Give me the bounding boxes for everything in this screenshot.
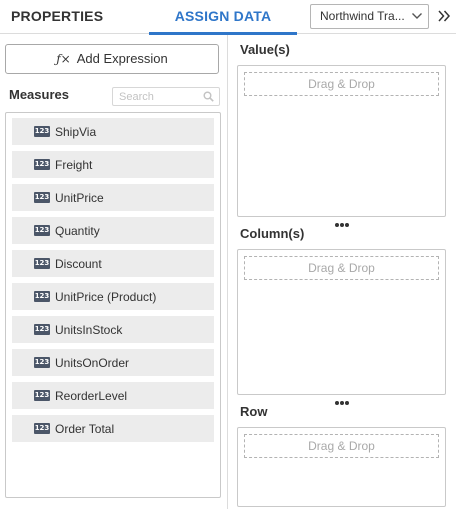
measure-item[interactable]: 123 Discount bbox=[12, 250, 214, 277]
measure-item[interactable]: 123 UnitsInStock bbox=[12, 316, 214, 343]
numeric-type-icon: 123 bbox=[34, 225, 50, 236]
measure-item[interactable]: 123 ShipVia bbox=[12, 118, 214, 145]
datasource-dropdown[interactable]: Northwind Tra... bbox=[310, 4, 429, 29]
values-drop-hint: Drag & Drop bbox=[244, 72, 439, 96]
measure-item[interactable]: 123 UnitPrice (Product) bbox=[12, 283, 214, 310]
measure-item[interactable]: 123 Freight bbox=[12, 151, 214, 178]
top-tab-bar: PROPERTIES ASSIGN DATA Northwind Tra... bbox=[0, 0, 456, 35]
datasource-selected-value: Northwind Tra... bbox=[320, 9, 405, 23]
numeric-type-icon: 123 bbox=[34, 390, 50, 401]
row-drop-area[interactable]: Drag & Drop bbox=[237, 427, 446, 507]
measure-item[interactable]: 123 UnitPrice bbox=[12, 184, 214, 211]
numeric-type-icon: 123 bbox=[34, 423, 50, 434]
function-icon: ƒ× bbox=[56, 52, 71, 66]
values-title: Value(s) bbox=[240, 42, 290, 57]
measure-label: Order Total bbox=[55, 421, 115, 436]
values-resize-handle[interactable] bbox=[335, 214, 351, 227]
numeric-type-icon: 123 bbox=[34, 126, 50, 137]
tab-assign-data[interactable]: ASSIGN DATA bbox=[149, 0, 297, 35]
measure-item[interactable]: 123 UnitsOnOrder bbox=[12, 349, 214, 376]
numeric-type-icon: 123 bbox=[34, 357, 50, 368]
tab-properties[interactable]: PROPERTIES bbox=[11, 0, 103, 34]
measure-label: Freight bbox=[55, 157, 93, 172]
measure-label: UnitsInStock bbox=[55, 322, 123, 337]
add-expression-label: Add Expression bbox=[76, 51, 168, 66]
measure-item[interactable]: 123 ReorderLevel bbox=[12, 382, 214, 409]
columns-drop-hint: Drag & Drop bbox=[244, 256, 439, 280]
measure-label: Quantity bbox=[55, 223, 100, 238]
measure-label: ShipVia bbox=[55, 124, 97, 139]
columns-drop-area[interactable]: Drag & Drop bbox=[237, 249, 446, 405]
values-drop-area[interactable]: Drag & Drop bbox=[237, 65, 446, 227]
numeric-type-icon: 123 bbox=[34, 291, 50, 302]
measure-label: Discount bbox=[55, 256, 102, 271]
measures-pane: ƒ× Add Expression Measures 123 ShipVia 123 F… bbox=[0, 35, 228, 509]
numeric-type-icon: 123 bbox=[34, 159, 50, 170]
double-chevron-right-icon[interactable] bbox=[437, 9, 451, 23]
measure-label: UnitPrice bbox=[55, 190, 104, 205]
row-title: Row bbox=[240, 404, 268, 419]
add-expression-button[interactable]: ƒ× Add Expression bbox=[5, 44, 219, 74]
columns-resize-handle[interactable] bbox=[335, 392, 351, 405]
measures-title: Measures bbox=[9, 87, 69, 102]
measure-label: UnitPrice (Product) bbox=[55, 289, 157, 304]
assign-pane: Value(s) Drag & Drop Column(s) Drag & Dr… bbox=[229, 35, 456, 509]
measure-item[interactable]: 123 Order Total bbox=[12, 415, 214, 442]
measures-search[interactable] bbox=[112, 87, 220, 106]
numeric-type-icon: 123 bbox=[34, 192, 50, 203]
numeric-type-icon: 123 bbox=[34, 324, 50, 335]
search-icon[interactable] bbox=[203, 91, 214, 102]
measure-label: UnitsOnOrder bbox=[55, 355, 130, 370]
chevron-down-icon bbox=[412, 13, 422, 19]
measure-list: 123 ShipVia 123 Freight 123 UnitPrice 123 Quant… bbox=[5, 112, 221, 498]
measure-label: ReorderLevel bbox=[55, 388, 128, 403]
numeric-type-icon: 123 bbox=[34, 258, 50, 269]
measure-item[interactable]: 123 Quantity bbox=[12, 217, 214, 244]
search-input[interactable] bbox=[113, 88, 201, 105]
columns-title: Column(s) bbox=[240, 226, 305, 241]
row-drop-hint: Drag & Drop bbox=[244, 434, 439, 458]
